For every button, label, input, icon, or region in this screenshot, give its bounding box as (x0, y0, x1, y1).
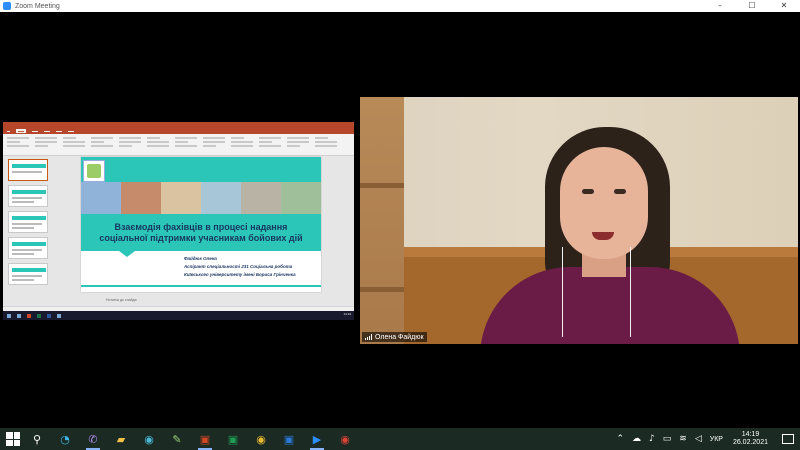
person-eye (614, 189, 626, 194)
slide-thumbnail[interactable] (8, 159, 48, 181)
slide-title: Взаємодія фахівців в процесі надання соц… (99, 222, 303, 243)
earbud-wire (630, 247, 631, 337)
window-title: Zoom Meeting (15, 2, 60, 10)
chevron-up-icon[interactable]: ⌃ (616, 434, 624, 444)
viber-icon[interactable]: ✆ (82, 428, 104, 450)
shared-app-icon (17, 313, 21, 318)
chrome-dev-icon[interactable]: ◉ (138, 428, 160, 450)
shared-taskbar: 14:19 (3, 311, 354, 320)
paint-icon[interactable]: ✎ (166, 428, 188, 450)
zoom-titlebar: Zoom Meeting – ☐ ✕ (0, 0, 800, 12)
ribbon-group[interactable] (175, 136, 197, 153)
edge-icon[interactable]: ◔ (54, 428, 76, 450)
ribbon-group[interactable] (63, 136, 85, 153)
window-controls: – ☐ ✕ (704, 0, 800, 12)
ribbon-group[interactable] (231, 136, 253, 153)
notes-placeholder[interactable]: Нотатки до слайда (106, 298, 137, 302)
slide-arrow-decoration (119, 251, 135, 257)
ppt-ribbon (3, 134, 354, 156)
ribbon-group[interactable] (7, 136, 29, 153)
clock-time: 14:19 (741, 431, 760, 438)
language-indicator[interactable]: УКР (710, 436, 723, 443)
shared-app-icon (27, 313, 31, 318)
excel-icon[interactable]: ▣ (222, 428, 244, 450)
shared-screen[interactable]: ▬ ▬▬ ▬▬ ▬▬ ▬▬ ▬▬ Взаємодія фахівців в пр… (3, 122, 354, 320)
windows-start-icon[interactable] (6, 432, 20, 446)
current-slide[interactable]: Взаємодія фахівців в процесі надання соц… (81, 157, 321, 292)
ribbon-group[interactable] (119, 136, 141, 153)
powerpoint-icon[interactable]: ▣ (194, 428, 216, 450)
ribbon-group[interactable] (315, 136, 337, 153)
slide-header (81, 157, 321, 219)
ppt-tab[interactable]: ▬▬ (56, 129, 62, 133)
shared-start-icon (7, 313, 11, 318)
shared-app-icon (47, 313, 51, 318)
shared-app-icon (37, 313, 41, 318)
participant-name: Олена Файдюк (375, 333, 424, 341)
slide-thumbnail[interactable] (8, 185, 48, 207)
ribbon-group[interactable] (287, 136, 309, 153)
participant-label: Олена Файдюк (362, 332, 427, 342)
search-icon[interactable]: ⚲ (26, 428, 48, 450)
ribbon-group[interactable] (203, 136, 225, 153)
campus-photo (81, 182, 321, 214)
ribbon-group[interactable] (91, 136, 113, 153)
volume-icon[interactable]: ◁ (695, 434, 702, 444)
chrome-icon[interactable]: ◉ (250, 428, 272, 450)
ribbon-group[interactable] (259, 136, 281, 153)
zoom-icon[interactable]: ▶ (306, 428, 328, 450)
windows-taskbar: ⚲ ◔ ✆ ▰ ◉ ✎ ▣ ▣ ◉ ▣ ▶ ◉ ⌃ ☁ ♪ ▭ ≋ ◁ УКР … (0, 428, 800, 450)
ppt-tab-active[interactable]: ▬▬ (16, 129, 26, 133)
chrome-alt-icon[interactable]: ◉ (334, 428, 356, 450)
maximize-button[interactable]: ☐ (736, 0, 768, 12)
battery-icon[interactable]: ▭ (663, 434, 672, 444)
signal-strength-icon (365, 334, 372, 340)
file-explorer-icon[interactable]: ▰ (110, 428, 132, 450)
clock-date: 26.02.2021 (732, 439, 768, 446)
microphone-icon[interactable]: ♪ (649, 434, 655, 444)
wifi-icon[interactable]: ≋ (679, 434, 687, 444)
slide-canvas[interactable]: Взаємодія фахівців в процесі надання соц… (51, 157, 354, 311)
notification-icon[interactable] (782, 434, 794, 444)
person-eye (582, 189, 594, 194)
slide-title-band: Взаємодія фахівців в процесі надання соц… (81, 215, 321, 251)
ppt-tab[interactable]: ▬▬ (32, 129, 38, 133)
participant-video[interactable]: Олена Файдюк (360, 97, 798, 344)
system-tray: ⌃ ☁ ♪ ▭ ≋ ◁ УКР 14:19 26.02.2021 (616, 428, 800, 450)
ribbon-group[interactable] (35, 136, 57, 153)
clock[interactable]: 14:19 26.02.2021 (733, 431, 768, 447)
word-icon[interactable]: ▣ (278, 428, 300, 450)
slide-thumbnail[interactable] (8, 263, 48, 285)
university-logo-icon (83, 160, 105, 182)
earbud-wire (562, 247, 563, 337)
close-button[interactable]: ✕ (768, 0, 800, 12)
ppt-tab[interactable]: ▬▬ (68, 129, 74, 133)
ribbon-group[interactable] (147, 136, 169, 153)
ppt-tab[interactable]: ▬ (7, 129, 10, 133)
person-face (560, 147, 648, 259)
slide-thumbnails (3, 157, 51, 311)
shared-app-icon (57, 313, 61, 318)
ppt-workspace: Взаємодія фахівців в процесі надання соц… (3, 157, 354, 311)
minimize-button[interactable]: – (704, 0, 736, 12)
slide-thumbnail[interactable] (8, 211, 48, 233)
ppt-tab[interactable]: ▬▬ (44, 129, 50, 133)
slide-footer-rule (81, 285, 321, 287)
slide-thumbnail[interactable] (8, 237, 48, 259)
shared-clock: 14:19 (343, 312, 351, 316)
slide-author: Файдюк Олена Аспірант спеціальності 231 … (184, 256, 296, 277)
cloud-icon[interactable]: ☁ (632, 434, 641, 444)
zoom-logo-icon (3, 2, 11, 10)
video-shelf (360, 97, 404, 344)
